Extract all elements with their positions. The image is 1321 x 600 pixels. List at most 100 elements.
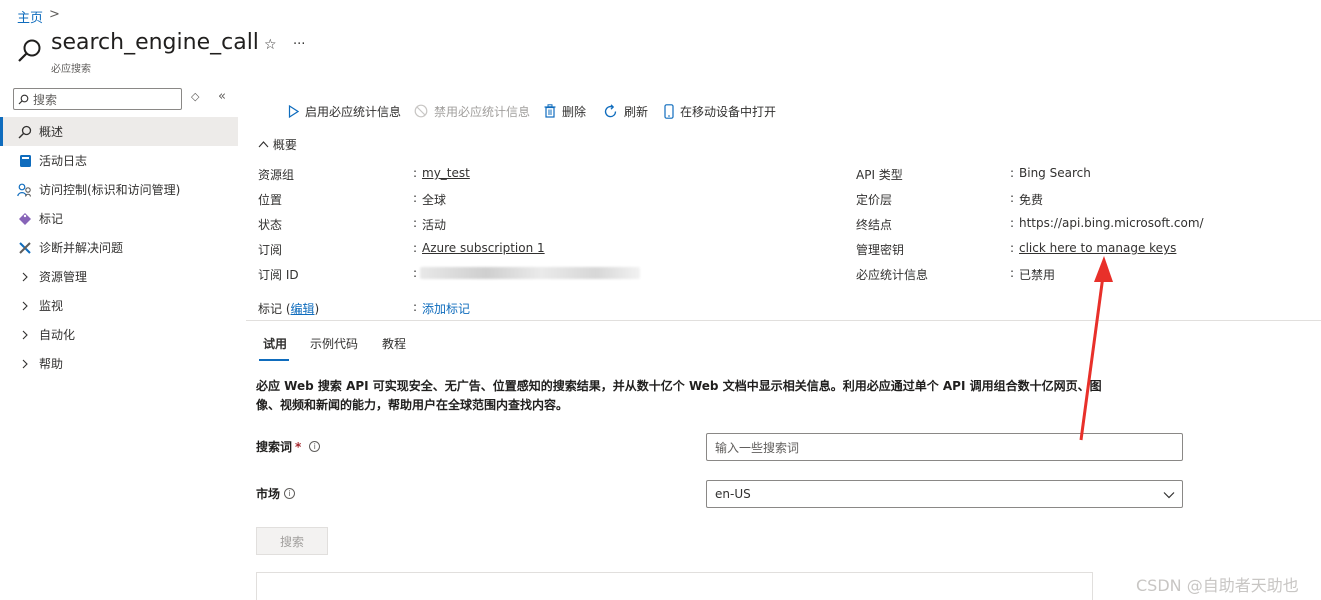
tags-label-text: 标记 (	[258, 302, 291, 316]
colon: :	[1010, 216, 1015, 230]
colon: :	[413, 166, 418, 180]
chevron-right-icon	[17, 298, 33, 314]
phone-icon	[664, 103, 674, 119]
delete-label: 删除	[562, 104, 587, 119]
add-tags-link[interactable]: 添加标记	[422, 300, 470, 317]
sidebar-item-overview[interactable]: 概述	[0, 117, 238, 146]
label-tags: 标记 (编辑)	[258, 300, 319, 317]
sidebar-item-resource-management[interactable]: 资源管理	[0, 262, 238, 291]
label-bing-statistics: 必应统计信息	[856, 268, 929, 282]
collapse-icon[interactable]: «	[218, 89, 226, 104]
tags-label-close: )	[314, 302, 320, 316]
bing-statistics-value: 已禁用	[1019, 268, 1056, 282]
label-pricing-tier: 定价层	[856, 193, 893, 207]
search-button[interactable]: 搜索	[256, 527, 328, 555]
colon: :	[1010, 266, 1015, 280]
annotation-arrow-icon	[1079, 256, 1113, 441]
more-icon[interactable]: ···	[293, 37, 305, 52]
colon: :	[413, 300, 418, 314]
sidebar-item-label: 资源管理	[39, 270, 88, 284]
query-field-label: 搜索词 * i	[256, 438, 321, 455]
breadcrumb-home[interactable]: 主页	[17, 7, 43, 26]
sidebar-item-diagnose[interactable]: 诊断并解决问题	[0, 233, 238, 262]
resource-group-link[interactable]: my_test	[422, 166, 470, 180]
label-manage-keys: 管理密钥	[856, 243, 905, 257]
active-tab-indicator	[259, 359, 289, 361]
colon: :	[413, 266, 418, 280]
tab-try[interactable]: 试用	[263, 335, 287, 352]
info-icon[interactable]: i	[284, 488, 296, 499]
sort-icon[interactable]: ◇	[191, 90, 199, 103]
info-icon[interactable]: i	[309, 441, 321, 452]
label-api-type: API 类型	[856, 168, 903, 182]
sidebar-search-input[interactable]: 搜索	[13, 88, 182, 110]
sidebar-item-label: 访问控制(标识和访问管理)	[39, 183, 181, 197]
sidebar-item-label: 概述	[39, 125, 64, 139]
sidebar-item-tags[interactable]: 标记	[0, 204, 238, 233]
label-subscription-id: 订阅 ID	[258, 268, 299, 282]
chevron-right-icon	[17, 356, 33, 372]
sidebar-item-label: 诊断并解决问题	[39, 241, 124, 255]
sidebar-item-access-control[interactable]: 访问控制(标识和访问管理)	[0, 175, 238, 204]
sidebar-item-label: 监视	[39, 299, 64, 313]
search-icon	[17, 38, 43, 67]
sidebar-item-label: 自动化	[39, 328, 76, 342]
page-title: search_engine_call	[51, 30, 259, 55]
colon: :	[413, 216, 418, 230]
disable-statistics-button[interactable]: 禁用必应统计信息	[414, 102, 530, 120]
wrench-icon	[17, 240, 33, 256]
search-icon	[17, 124, 33, 140]
description-text: 必应 Web 搜索 API 可实现安全、无广告、位置感知的搜索结果，并从数十亿个…	[256, 379, 1102, 412]
api-type-value: Bing Search	[1019, 166, 1091, 180]
enable-statistics-label: 启用必应统计信息	[305, 104, 402, 119]
label-endpoint: 终结点	[856, 218, 893, 232]
delete-button[interactable]: 删除	[544, 102, 586, 120]
chevron-right-icon	[17, 269, 33, 285]
refresh-icon	[603, 103, 618, 119]
colon: :	[413, 241, 418, 255]
essentials-label: 概要	[272, 138, 297, 152]
subscription-link[interactable]: Azure subscription 1	[422, 241, 545, 255]
label-status: 状态	[258, 218, 283, 232]
label-subscription: 订阅	[258, 243, 283, 257]
star-icon[interactable]: ☆	[264, 37, 277, 53]
watermark: CSDN @自助者天助也	[1136, 576, 1299, 595]
search-icon	[18, 94, 29, 104]
open-mobile-label: 在移动设备中打开	[680, 104, 777, 119]
colon: :	[1010, 241, 1015, 255]
people-icon	[17, 182, 33, 198]
sidebar-item-label: 标记	[39, 212, 64, 226]
tag-icon	[17, 211, 33, 227]
results-panel	[256, 572, 1093, 600]
disable-statistics-label: 禁用必应统计信息	[434, 104, 531, 119]
required-marker: *	[295, 439, 302, 454]
query-label-text: 搜索词	[256, 440, 293, 454]
edit-tags-link[interactable]: 编辑	[291, 302, 315, 316]
tab-tutorial[interactable]: 教程	[382, 335, 406, 352]
market-select[interactable]: en-US	[706, 480, 1183, 508]
enable-statistics-button[interactable]: 启用必应统计信息	[288, 102, 401, 120]
essentials-toggle[interactable]: 概要	[258, 136, 297, 153]
chevron-right-icon	[17, 327, 33, 343]
sidebar-item-label: 帮助	[39, 357, 64, 371]
sidebar-item-label: 活动日志	[39, 154, 88, 168]
label-location: 位置	[258, 193, 283, 207]
colon: :	[1010, 166, 1015, 180]
status-value: 活动	[422, 218, 447, 232]
location-value: 全球	[422, 193, 447, 207]
label-resource-group: 资源组	[258, 168, 295, 182]
search-query-placeholder: 输入一些搜索词	[715, 440, 800, 455]
section-divider	[246, 320, 1321, 321]
refresh-label: 刷新	[624, 104, 649, 119]
subscription-id-redacted	[420, 267, 640, 279]
open-mobile-button[interactable]: 在移动设备中打开	[664, 102, 776, 120]
active-indicator	[0, 117, 3, 146]
sidebar-search-placeholder: 搜索	[33, 92, 58, 107]
sidebar-item-monitor[interactable]: 监视	[0, 291, 238, 320]
sidebar-item-help[interactable]: 帮助	[0, 349, 238, 378]
sidebar-item-automation[interactable]: 自动化	[0, 320, 238, 349]
tab-sample-code[interactable]: 示例代码	[310, 335, 358, 352]
refresh-button[interactable]: 刷新	[603, 102, 648, 120]
sidebar-item-activity-log[interactable]: 活动日志	[0, 146, 238, 175]
market-selected-value: en-US	[715, 487, 751, 501]
